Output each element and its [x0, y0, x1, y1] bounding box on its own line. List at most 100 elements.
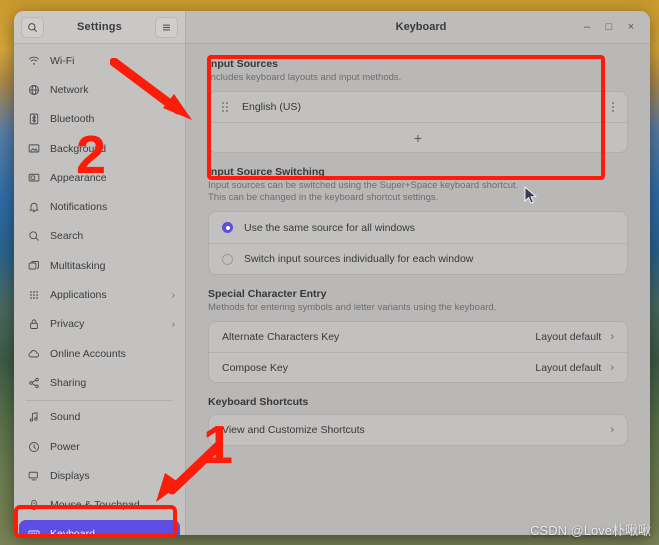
sidebar-item-displays[interactable]: Displays — [14, 461, 185, 490]
window-titlebar: Keyboard – □ × — [186, 11, 650, 44]
background-icon — [26, 143, 41, 155]
sidebar-item-multitasking[interactable]: Multitasking — [14, 251, 185, 280]
sidebar-item-bluetooth[interactable]: Bluetooth — [14, 105, 185, 134]
network-icon — [26, 84, 41, 96]
add-input-source-button[interactable]: + — [209, 122, 627, 152]
input-sources-card: English (US) + — [208, 91, 628, 153]
bluetooth-icon — [26, 113, 41, 125]
sidebar-item-label: Appearance — [50, 171, 107, 184]
sidebar-item-power[interactable]: Power — [14, 432, 185, 461]
radio-label: Switch input sources individually for ea… — [244, 253, 474, 265]
kebab-menu-icon[interactable] — [612, 102, 614, 112]
section-special-character-entry: Special Character Entry Methods for ente… — [208, 288, 628, 383]
chevron-right-icon: › — [610, 361, 614, 374]
section-title: Input Source Switching — [208, 166, 325, 178]
menu-button[interactable] — [155, 16, 178, 38]
row-value: Layout default — [535, 361, 602, 374]
chevron-right-icon: › — [171, 289, 175, 301]
sidebar-item-mouse-touchpad[interactable]: Mouse & Touchpad — [14, 490, 185, 519]
sidebar-item-wifi[interactable]: Wi-Fi — [14, 46, 185, 75]
watermark: CSDN @Love朴啾啾 — [530, 523, 651, 538]
minimize-button[interactable]: – — [576, 16, 598, 38]
sidebar-item-label: Power — [50, 440, 80, 453]
sidebar-item-label: Mouse & Touchpad — [50, 499, 140, 512]
sidebar-item-label: Sharing — [50, 376, 87, 389]
description-line-1: Input sources can be switched using the … — [208, 180, 519, 191]
search-icon — [28, 22, 37, 32]
switching-options-card: Use the same source for all windows Swit… — [208, 211, 628, 275]
sidebar-item-notifications[interactable]: Notifications — [14, 192, 185, 221]
settings-window: Settings Wi-Fi Network Bluetooth Backgro… — [14, 11, 650, 535]
sidebar-item-label: Applications — [50, 289, 107, 302]
chevron-right-icon: › — [610, 331, 614, 343]
sidebar-item-label: Sound — [50, 411, 81, 424]
row-compose-key[interactable]: Compose Key Layout default › — [209, 352, 627, 382]
sidebar-item-label: Bluetooth — [50, 113, 95, 126]
keyboard-shortcuts-card: View and Customize Shortcuts › — [208, 414, 628, 446]
main-panel: Keyboard – □ × Input Sources Includes ke… — [186, 11, 650, 535]
search-button[interactable] — [21, 16, 44, 38]
sidebar-item-appearance[interactable]: Appearance — [14, 163, 185, 192]
chevron-right-icon: › — [171, 318, 175, 330]
settings-content: Input Sources Includes keyboard layouts … — [186, 44, 650, 535]
sidebar-divider — [26, 399, 173, 401]
radio-button-selected[interactable] — [222, 222, 233, 233]
row-alternate-characters-key[interactable]: Alternate Characters Key Layout default … — [209, 322, 627, 352]
cloud-icon — [26, 348, 41, 360]
section-title: Input Sources — [208, 58, 279, 70]
sidebar-item-search[interactable]: Search — [14, 222, 185, 251]
sidebar-header: Settings — [14, 11, 185, 44]
wifi-icon — [26, 55, 41, 67]
sidebar-item-background[interactable]: Background — [14, 134, 185, 163]
row-label: Compose Key — [222, 361, 288, 374]
sidebar-item-label: Keyboard — [50, 528, 95, 535]
sidebar-item-label: Network — [50, 83, 89, 96]
sidebar-item-sharing[interactable]: Sharing — [14, 368, 185, 397]
description-line-2: This can be changed in the keyboard shor… — [208, 192, 439, 203]
sidebar-item-label: Displays — [50, 469, 90, 482]
section-input-source-switching: Input Source Switching Input sources can… — [208, 166, 628, 275]
applications-icon — [26, 289, 41, 301]
sidebar-item-label: Privacy — [50, 318, 85, 331]
keyboard-icon — [26, 528, 41, 535]
radio-button[interactable] — [222, 253, 233, 265]
sidebar-item-privacy[interactable]: Privacy › — [14, 310, 185, 339]
sidebar-item-label: Online Accounts — [50, 347, 126, 360]
sidebar-item-label: Multitasking — [50, 259, 106, 272]
sidebar-item-label: Wi-Fi — [50, 54, 75, 67]
section-description: Input sources can be switched using the … — [208, 180, 628, 204]
mouse-icon — [26, 499, 41, 511]
input-source-row[interactable]: English (US) — [209, 92, 627, 122]
sidebar: Settings Wi-Fi Network Bluetooth Backgro… — [14, 11, 186, 535]
row-view-customize-shortcuts[interactable]: View and Customize Shortcuts › — [209, 415, 627, 445]
section-title: Special Character Entry — [208, 288, 327, 300]
sidebar-item-applications[interactable]: Applications › — [14, 280, 185, 309]
special-character-card: Alternate Characters Key Layout default … — [208, 321, 628, 383]
drag-handle-icon[interactable] — [222, 101, 231, 113]
sidebar-item-keyboard[interactable]: Keyboard — [19, 519, 180, 535]
page-title: Keyboard — [395, 21, 447, 33]
sidebar-title: Settings — [77, 21, 122, 33]
section-input-sources: Input Sources Includes keyboard layouts … — [208, 58, 628, 153]
sidebar-nav-list: Wi-Fi Network Bluetooth Background Appea… — [14, 44, 185, 535]
display-icon — [26, 470, 41, 482]
multitasking-icon — [26, 260, 41, 272]
section-keyboard-shortcuts: Keyboard Shortcuts View and Customize Sh… — [208, 396, 628, 446]
sidebar-item-sound[interactable]: Sound — [14, 403, 185, 432]
sound-icon — [26, 411, 41, 423]
section-description: Methods for entering symbols and letter … — [208, 302, 497, 313]
power-icon — [26, 441, 41, 453]
row-label: View and Customize Shortcuts — [222, 424, 365, 436]
radio-option-same-source[interactable]: Use the same source for all windows — [209, 212, 627, 243]
chevron-right-icon: › — [610, 424, 614, 436]
radio-option-individual[interactable]: Switch input sources individually for ea… — [209, 243, 627, 274]
section-title: Keyboard Shortcuts — [208, 396, 309, 408]
search-icon — [26, 230, 41, 242]
sidebar-item-label: Background — [50, 142, 107, 155]
maximize-button[interactable]: □ — [598, 16, 620, 38]
row-value: Layout default — [535, 331, 602, 343]
hamburger-menu-icon — [163, 24, 170, 30]
sidebar-item-network[interactable]: Network — [14, 75, 185, 104]
close-button[interactable]: × — [620, 16, 642, 38]
sidebar-item-online-accounts[interactable]: Online Accounts — [14, 339, 185, 368]
